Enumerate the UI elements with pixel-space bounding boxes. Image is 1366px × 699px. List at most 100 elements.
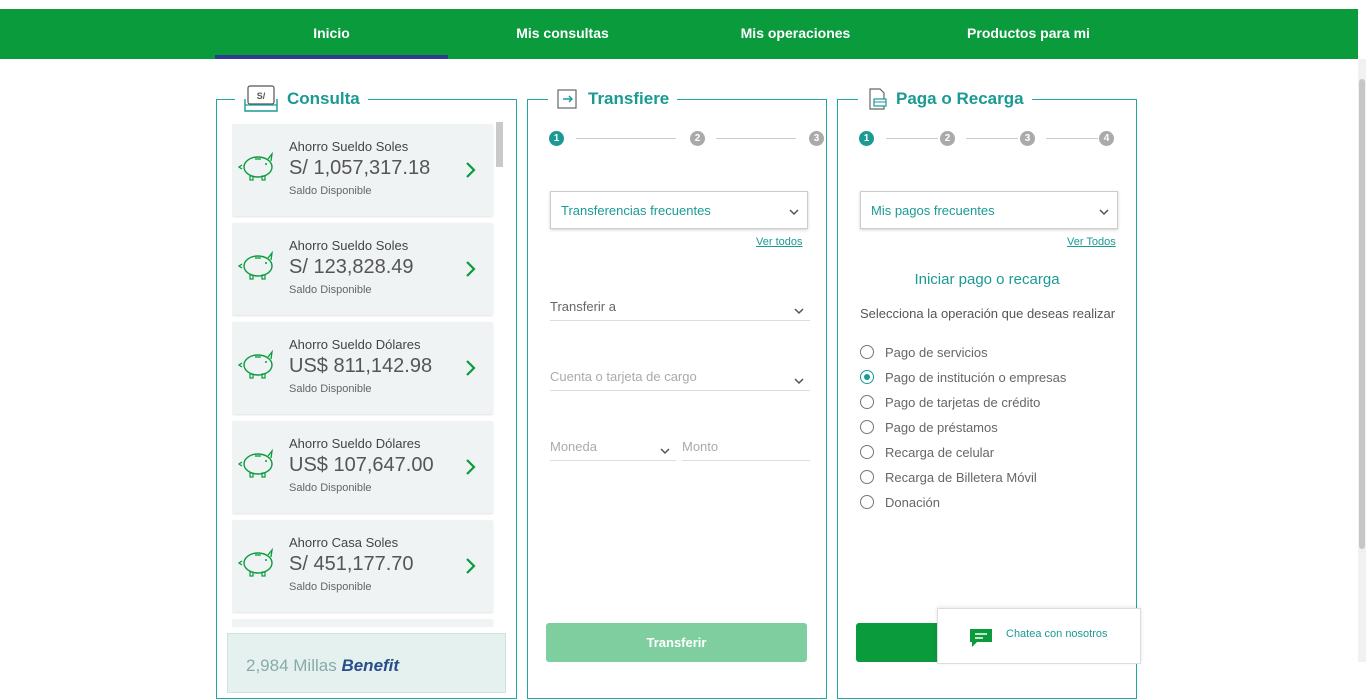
account-amount: S/ 123,828.49	[289, 256, 414, 278]
option-pago-institucion[interactable]: Pago de institución o empresas	[860, 367, 1066, 387]
option-recarga-celular[interactable]: Recarga de celular	[860, 442, 994, 462]
account-amount: S/ 451,177.70	[289, 553, 414, 575]
miles-count: 2,984 Millas	[246, 656, 337, 675]
benefit-logo: Benefit	[341, 656, 400, 675]
ver-todos-transfer-link[interactable]: Ver todos	[756, 236, 802, 248]
transferir-button[interactable]: Transferir	[546, 623, 807, 662]
chevron-right-icon	[465, 557, 477, 580]
chat-bubble-icon	[968, 627, 994, 654]
radio-button[interactable]	[860, 395, 874, 409]
step-3: 3	[1020, 131, 1035, 146]
frequent-transfers-select[interactable]: Transferencias frecuentes	[550, 191, 808, 229]
chevron-down-icon	[792, 303, 806, 321]
transferir-a-label: Transferir a	[550, 299, 616, 314]
moneda-select[interactable]: Moneda	[550, 433, 676, 461]
consulta-title-text: Consulta	[287, 89, 360, 108]
account-balance-label: Saldo Disponible	[289, 581, 372, 593]
payment-steps: 1 2 3 4	[859, 131, 1115, 147]
step-3: 3	[809, 131, 824, 146]
option-donacion[interactable]: Donación	[860, 492, 940, 512]
account-card[interactable]: Ahorro Sueldo Dólares US$ 811,142.98 Sal…	[232, 322, 493, 414]
step-2: 2	[940, 131, 955, 146]
piggy-bank-icon	[237, 150, 278, 187]
svg-text:S/: S/	[257, 91, 266, 101]
account-balance-label: Saldo Disponible	[289, 383, 372, 395]
nav-productos-para-mi[interactable]: Productos para mi	[912, 9, 1145, 59]
option-recarga-billetera[interactable]: Recarga de Billetera Móvil	[860, 467, 1037, 487]
radio-label: Pago de servicios	[885, 344, 988, 360]
radio-label: Pago de tarjetas de crédito	[885, 394, 1041, 410]
radio-button[interactable]	[860, 420, 874, 434]
nav-mis-operaciones[interactable]: Mis operaciones	[679, 9, 912, 59]
transferir-a-select[interactable]: Transferir a	[550, 293, 810, 321]
step-4: 4	[1099, 131, 1114, 146]
cuenta-cargo-select[interactable]: Cuenta o tarjeta de cargo	[550, 363, 810, 391]
account-name: Ahorro Sueldo Soles	[289, 139, 409, 154]
payment-document-icon	[866, 87, 888, 111]
step-connector	[576, 138, 676, 139]
chevron-right-icon	[465, 161, 477, 184]
chat-widget[interactable]: Chatea con nosotros	[937, 608, 1141, 664]
page-scrollbar-thumb[interactable]	[1359, 79, 1365, 549]
miles-banner[interactable]: 2,984 Millas Benefit	[227, 633, 506, 693]
iniciar-pago-subtitle: Iniciar pago o recarga	[914, 271, 1060, 288]
account-amount: US$ 107,647.00	[289, 454, 434, 476]
step-1: 1	[859, 131, 874, 146]
radio-label: Pago de préstamos	[885, 419, 998, 435]
monto-placeholder: Monto	[682, 439, 719, 454]
page-scrollbar[interactable]	[1358, 59, 1366, 662]
transfer-icon	[556, 88, 580, 110]
radio-label: Donación	[885, 494, 940, 510]
chevron-right-icon	[465, 359, 477, 382]
consulta-title: S/ Consulta	[235, 83, 368, 115]
accounts-scrollbar-thumb[interactable]	[496, 122, 503, 167]
account-name: Ahorro Sueldo Soles	[289, 238, 409, 253]
account-name: Ahorro Casa Soles	[289, 535, 399, 550]
frequent-transfers-value: Transferencias frecuentes	[561, 203, 711, 218]
main-nav: Inicio Mis consultas Mis operaciones Pro…	[0, 9, 1358, 59]
account-card[interactable]: Ahorro Sueldo Soles S/ 1,057,317.18 Sald…	[232, 124, 493, 216]
chevron-right-icon	[465, 458, 477, 481]
transfiere-title: Transfiere	[548, 83, 678, 115]
frequent-payments-select[interactable]: Mis pagos frecuentes	[860, 191, 1118, 229]
account-card[interactable]	[232, 619, 493, 627]
paga-title: Paga o Recarga	[858, 83, 1032, 115]
chevron-down-icon	[1097, 204, 1111, 222]
account-balance-label: Saldo Disponible	[289, 185, 372, 197]
nav-mis-consultas[interactable]: Mis consultas	[446, 9, 679, 59]
transfiere-panel: Transfiere 1 2 3 Transferencias frecuent…	[527, 83, 827, 699]
account-name: Ahorro Sueldo Dólares	[289, 436, 421, 451]
step-connector	[1046, 138, 1098, 139]
account-card[interactable]: Ahorro Sueldo Soles S/ 123,828.49 Saldo …	[232, 223, 493, 315]
option-pago-prestamos[interactable]: Pago de préstamos	[860, 417, 998, 437]
option-pago-servicios[interactable]: Pago de servicios	[860, 342, 988, 362]
account-balance-label: Saldo Disponible	[289, 284, 372, 296]
radio-button[interactable]	[860, 495, 874, 509]
monto-input[interactable]: Monto	[682, 433, 810, 461]
radio-button[interactable]	[860, 345, 874, 359]
option-pago-tarjetas[interactable]: Pago de tarjetas de crédito	[860, 392, 1040, 412]
account-amount: US$ 811,142.98	[289, 355, 433, 377]
cuenta-cargo-placeholder: Cuenta o tarjeta de cargo	[550, 369, 697, 384]
accounts-scrollbar[interactable]	[496, 122, 505, 627]
radio-button[interactable]	[860, 445, 874, 459]
nav-inicio[interactable]: Inicio	[215, 9, 448, 59]
step-1: 1	[549, 131, 564, 146]
piggy-bank-icon	[237, 546, 278, 583]
chevron-down-icon	[792, 373, 806, 391]
frequent-payments-value: Mis pagos frecuentes	[871, 203, 995, 218]
piggy-bank-icon	[237, 348, 278, 385]
piggy-bank-icon	[237, 447, 278, 484]
step-connector	[716, 138, 796, 139]
account-card[interactable]: Ahorro Casa Soles S/ 451,177.70 Saldo Di…	[232, 520, 493, 612]
chevron-down-icon	[787, 204, 801, 222]
ver-todos-payment-link[interactable]: Ver Todos	[1067, 236, 1116, 248]
radio-button[interactable]	[860, 470, 874, 484]
moneda-placeholder: Moneda	[550, 439, 597, 454]
account-amount: S/ 1,057,317.18	[289, 157, 431, 179]
transfiere-title-text: Transfiere	[588, 89, 670, 108]
account-card[interactable]: Ahorro Sueldo Dólares US$ 107,647.00 Sal…	[232, 421, 493, 513]
account-balance-label: Saldo Disponible	[289, 482, 372, 494]
radio-button-selected[interactable]	[860, 370, 874, 384]
step-connector	[886, 138, 938, 139]
